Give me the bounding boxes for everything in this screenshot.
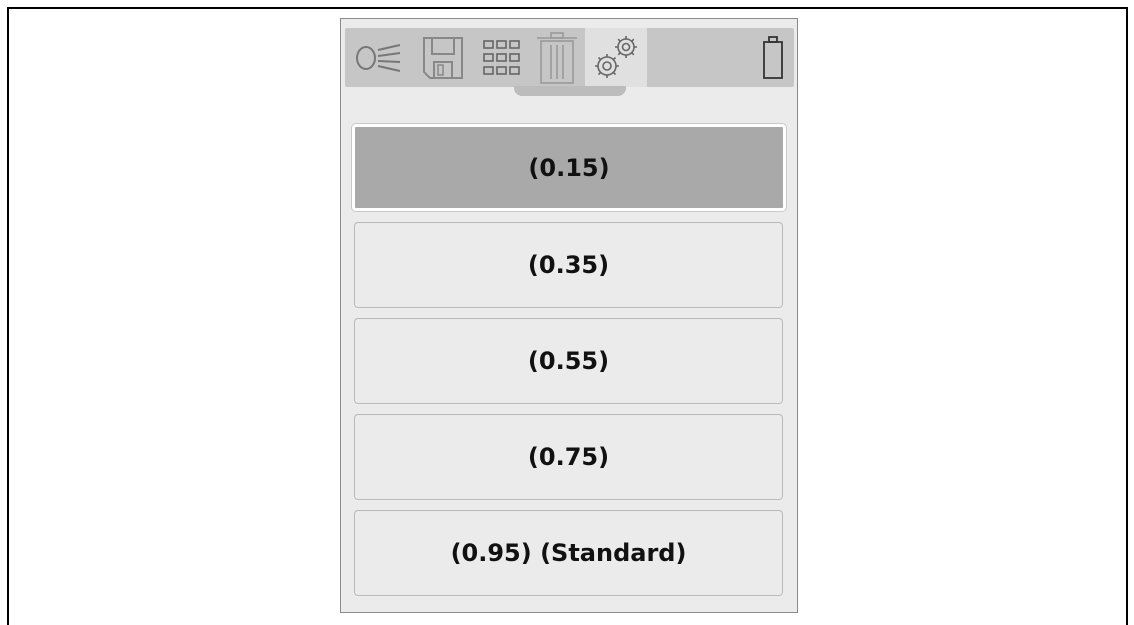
option-0-35[interactable]: (0.35) <box>354 222 783 308</box>
toolbar <box>345 28 794 87</box>
headlight-button[interactable] <box>347 28 411 87</box>
option-label: (0.15) <box>528 153 610 182</box>
frame-left-border <box>7 7 9 625</box>
toolbar-tab-indicator <box>514 86 626 96</box>
option-0-95-standard[interactable]: (0.95) (Standard) <box>354 510 783 596</box>
option-0-15[interactable]: (0.15) <box>352 124 786 211</box>
keypad-button[interactable] <box>477 28 527 87</box>
settings-gears-icon <box>595 35 637 78</box>
frame-right-border <box>1126 7 1128 625</box>
option-0-75[interactable]: (0.75) <box>354 414 783 500</box>
device-screen: (0.15) (0.35) (0.55) (0.75) (0.95) (Stan… <box>340 18 798 613</box>
option-label: (0.55) <box>527 347 610 375</box>
option-0-55[interactable]: (0.55) <box>354 318 783 404</box>
battery-status <box>756 28 790 87</box>
delete-button[interactable] <box>533 28 581 87</box>
option-label: (0.75) <box>527 443 610 471</box>
settings-button[interactable] <box>585 28 647 87</box>
option-label: (0.95) (Standard) <box>450 539 687 567</box>
trash-icon <box>537 31 577 84</box>
battery-icon <box>763 35 783 79</box>
grid-icon <box>483 39 520 75</box>
save-icon <box>423 36 463 79</box>
option-label: (0.35) <box>527 251 610 279</box>
save-button[interactable] <box>417 28 469 87</box>
frame-top-border <box>7 7 1127 9</box>
headlight-icon <box>356 43 401 72</box>
